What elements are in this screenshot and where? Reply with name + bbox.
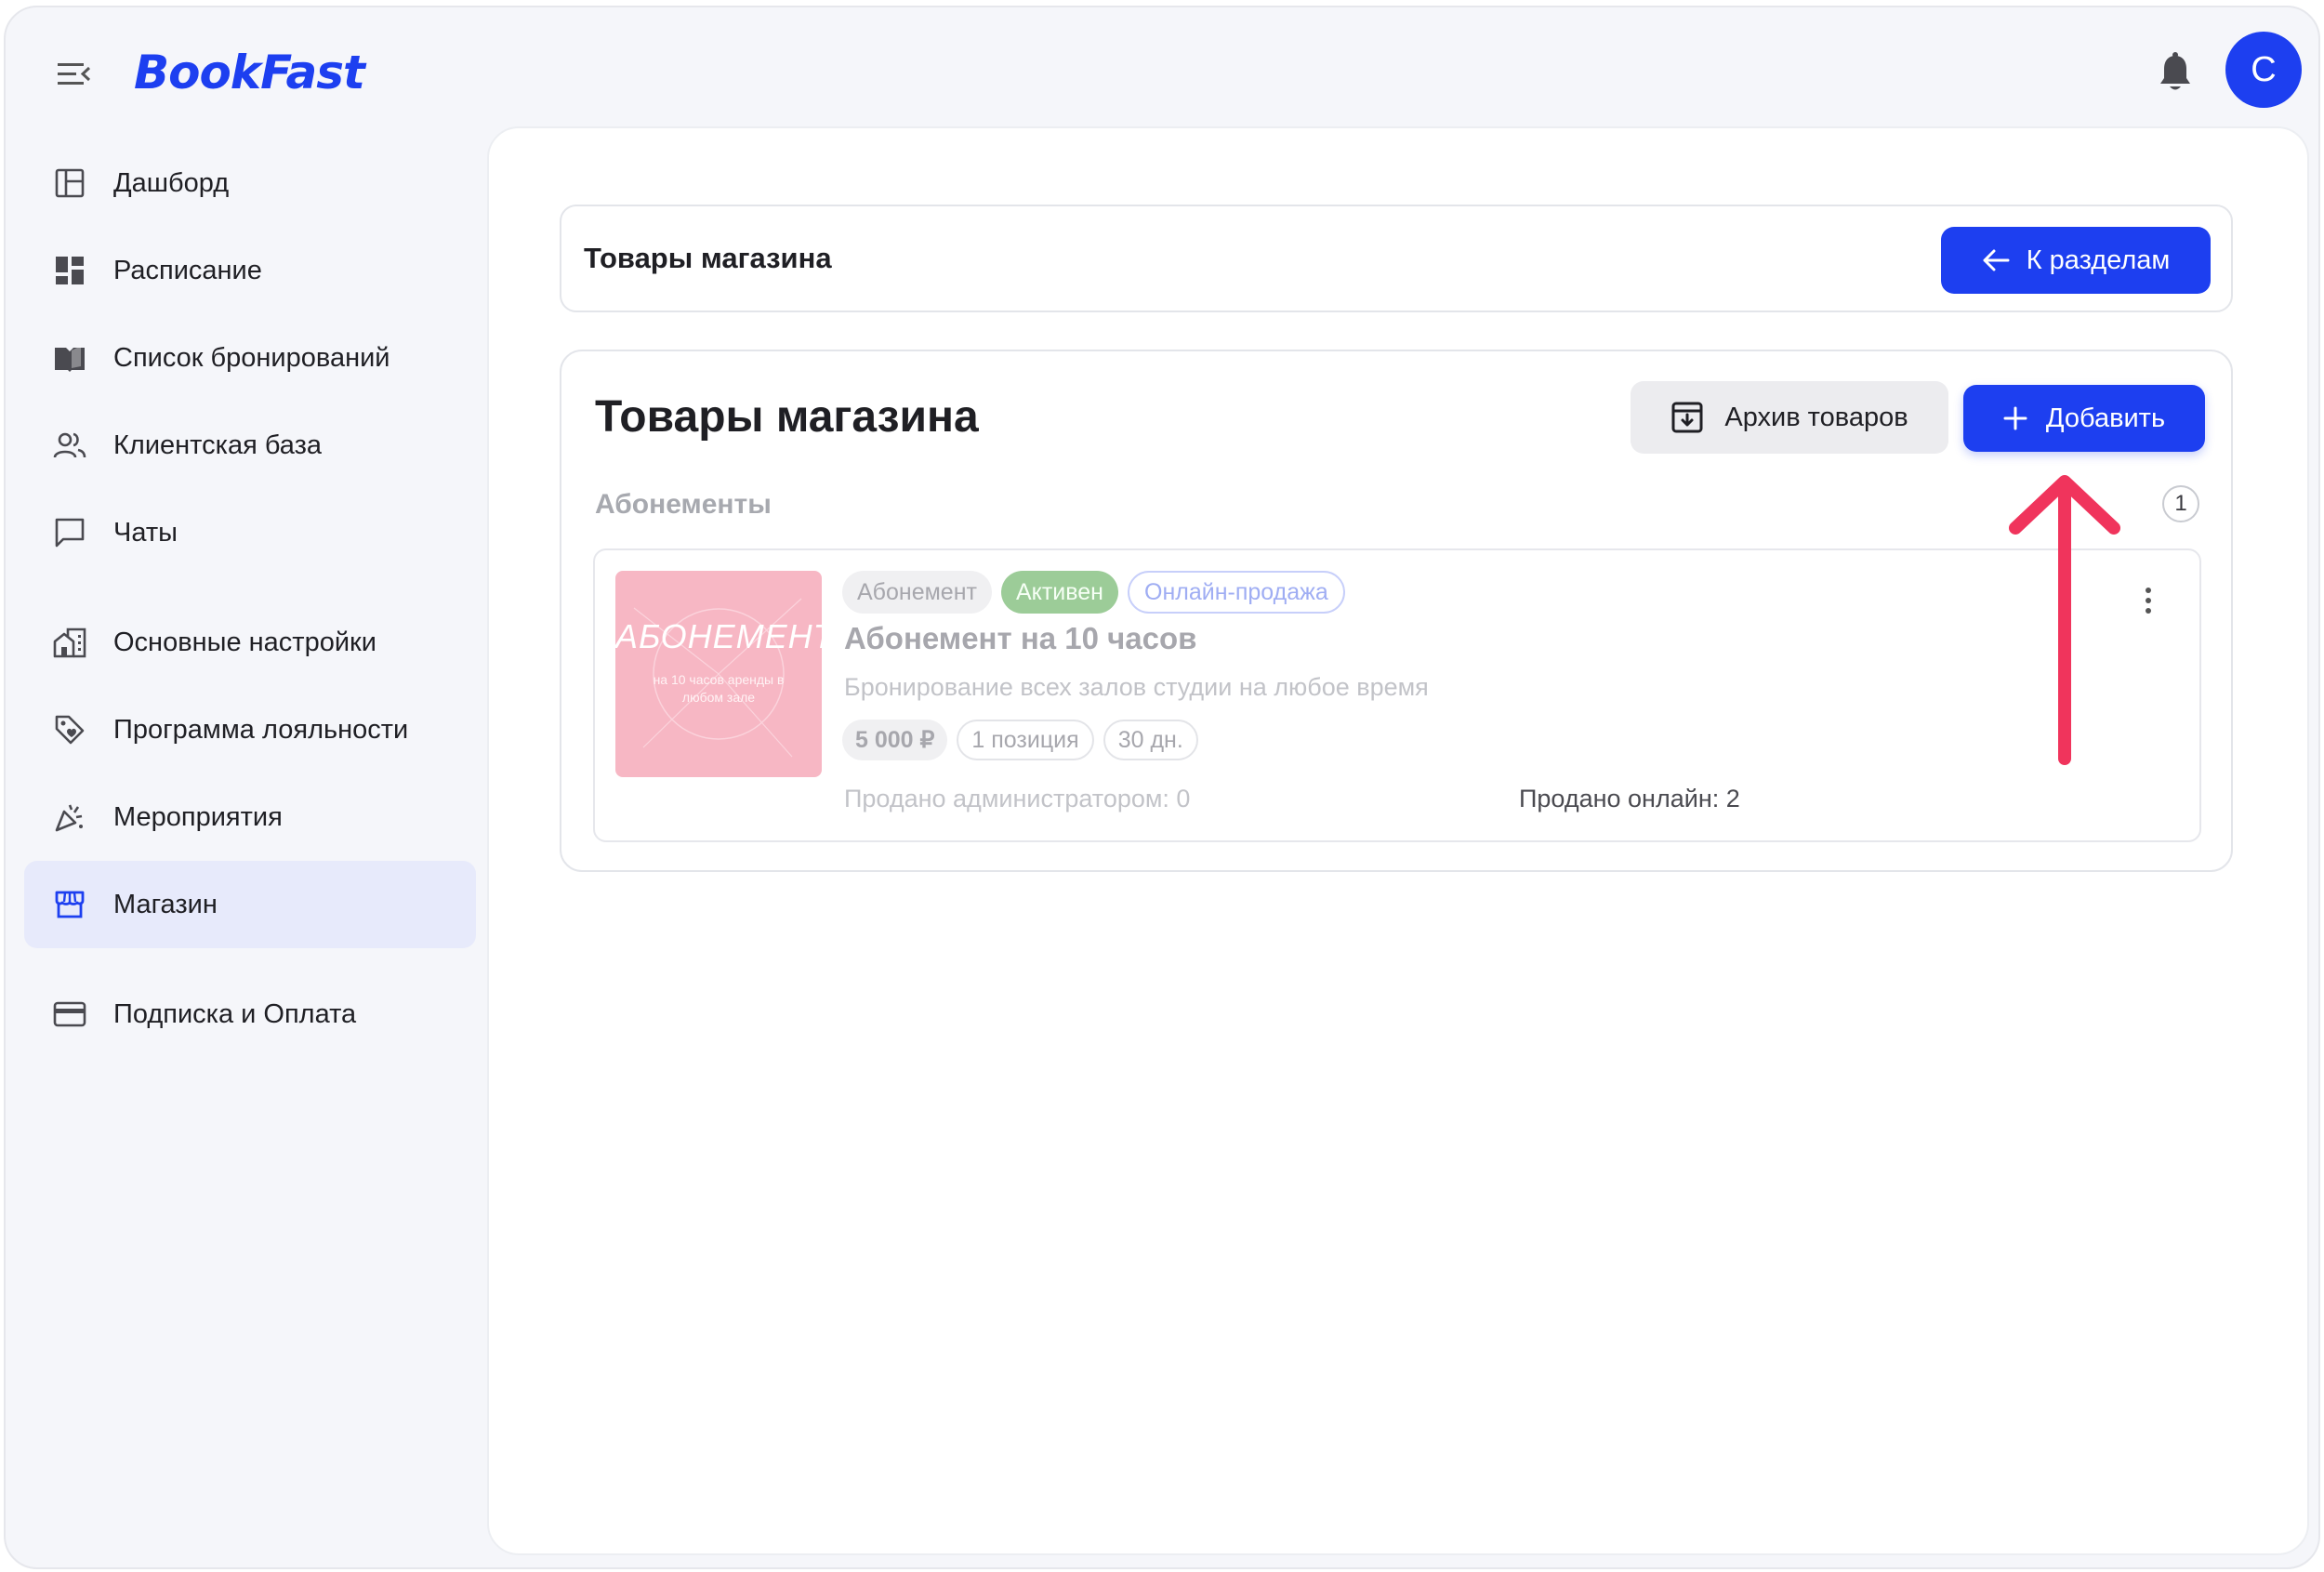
product-description: Бронирование всех залов студии на любое … <box>844 673 1429 701</box>
archive-button[interactable]: Архив товаров <box>1631 381 1948 454</box>
sold-online-text: Продано онлайн: 2 <box>1519 785 1740 812</box>
sidebar-item-label: Клиентская база <box>113 429 322 460</box>
sidebar-item-label: Чаты <box>113 517 178 548</box>
online-sale-tag: Онлайн-продажа <box>1128 571 1345 614</box>
product-name: Абонемент на 10 часов <box>844 621 1197 655</box>
back-to-sections-button[interactable]: К разделам <box>1941 227 2211 294</box>
settings-building-icon <box>52 625 87 660</box>
store-icon <box>52 887 87 922</box>
sidebar-item-dashboard[interactable]: Дашборд <box>24 139 476 227</box>
sidebar-item-label: Список бронирований <box>113 342 390 373</box>
sidebar-item-clients[interactable]: Клиентская база <box>24 402 476 489</box>
sidebar-item-schedule[interactable]: Расписание <box>24 227 476 314</box>
logo[interactable]: BookFast <box>134 45 365 100</box>
product-item[interactable]: АБОНЕМЕНТ на 10 часов аренды в любом зал… <box>593 548 2201 842</box>
page-title: Товары магазина <box>584 242 832 274</box>
duration-chip: 30 дн. <box>1103 720 1198 760</box>
bookings-icon <box>52 340 87 376</box>
products-card: Товары магазина Архив товаров Добавить А… <box>560 350 2233 872</box>
credit-card-icon <box>52 997 87 1032</box>
archive-icon <box>1671 402 1703 433</box>
sold-by-admin-text: Продано администратором: 0 <box>844 785 1191 812</box>
product-chips: 5 000 ₽ 1 позиция 30 дн. <box>842 720 1198 760</box>
sidebar-item-chats[interactable]: Чаты <box>24 489 476 576</box>
price-chip: 5 000 ₽ <box>842 720 948 760</box>
section-label: Абонементы <box>595 489 772 520</box>
sidebar-item-label: Расписание <box>113 255 262 285</box>
app-window: BookFast C Дашборд Расписание Список бро… <box>4 6 2320 1569</box>
avatar[interactable]: C <box>2225 32 2302 108</box>
sidebar-item-settings[interactable]: Основные настройки <box>24 599 476 686</box>
sidebar-item-label: Дашборд <box>113 167 230 198</box>
clients-icon <box>52 428 87 463</box>
chat-icon <box>52 515 87 550</box>
plus-icon <box>2003 406 2027 430</box>
type-tag: Абонемент <box>842 571 992 614</box>
product-image-title: АБОНЕМЕНТ <box>615 617 822 655</box>
sidebar-item-bookings[interactable]: Список бронирований <box>24 314 476 402</box>
archive-button-label: Архив товаров <box>1724 402 1908 432</box>
sidebar-item-label: Подписка и Оплата <box>113 998 357 1029</box>
sidebar-item-store[interactable]: Магазин <box>24 861 476 948</box>
collapse-menu-icon[interactable] <box>56 59 93 89</box>
back-button-label: К разделам <box>2026 244 2171 275</box>
sidebar-item-loyalty[interactable]: Программа лояльности <box>24 686 476 773</box>
add-product-button[interactable]: Добавить <box>1963 385 2205 452</box>
dashboard-icon <box>52 165 87 201</box>
add-button-label: Добавить <box>2045 403 2166 433</box>
bell-icon[interactable] <box>2157 52 2194 95</box>
sidebar-item-label: Магазин <box>113 889 218 919</box>
product-image-subtitle: на 10 часов аренды в любом зале <box>653 672 785 705</box>
product-tags: Абонемент Активен Онлайн-продажа <box>842 571 1345 614</box>
sidebar-item-subscription[interactable]: Подписка и Оплата <box>24 971 476 1058</box>
product-image: АБОНЕМЕНТ на 10 часов аренды в любом зал… <box>615 571 822 777</box>
sidebar-item-label: Программа лояльности <box>113 714 409 745</box>
status-badge: Активен <box>1000 571 1118 614</box>
products-title: Товары магазина <box>595 391 979 442</box>
arrow-left-icon <box>1983 249 2010 271</box>
schedule-icon <box>52 253 87 288</box>
positions-chip: 1 позиция <box>957 720 1094 760</box>
section-header: Товары магазина К разделам <box>560 205 2233 312</box>
party-icon <box>52 799 87 835</box>
sidebar-item-label: Основные настройки <box>113 627 376 657</box>
more-options-icon[interactable] <box>2134 582 2162 619</box>
section-count-badge: 1 <box>2162 485 2199 522</box>
sidebar-item-events[interactable]: Мероприятия <box>24 773 476 861</box>
sidebar-item-label: Мероприятия <box>113 801 283 832</box>
loyalty-tag-icon <box>52 712 87 747</box>
